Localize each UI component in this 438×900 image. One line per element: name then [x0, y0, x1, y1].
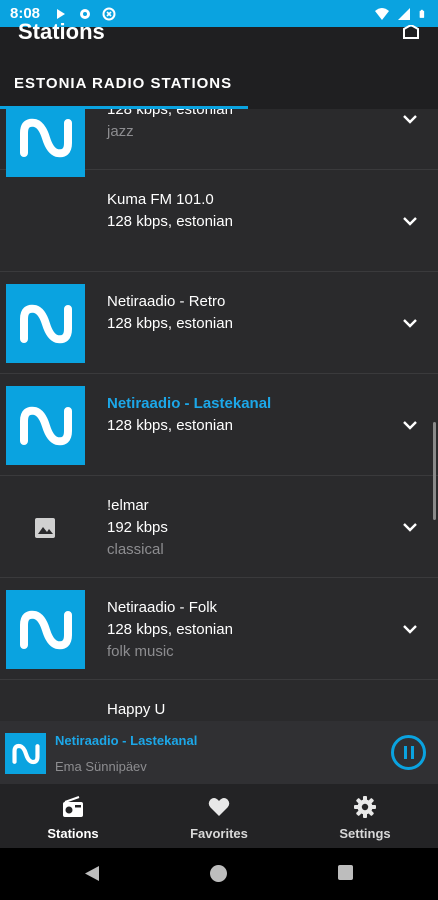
- station-bitrate: 192 kbps: [107, 519, 168, 536]
- station-genre: classical: [107, 541, 164, 558]
- pause-icon: [403, 746, 407, 759]
- page-title: Stations: [18, 19, 105, 44]
- station-row[interactable]: Netiraadio - Folk 128 kbps, estonian fol…: [0, 579, 438, 680]
- recents-icon[interactable]: [338, 865, 353, 880]
- wave-logo-icon: [19, 304, 72, 343]
- wave-logo-icon: [11, 743, 40, 764]
- station-bitrate: 128 kbps, estonian: [107, 213, 233, 230]
- wifi-icon: [375, 7, 389, 20]
- station-name: Happy U: [107, 701, 166, 718]
- station-row[interactable]: 128 kbps, estonian jazz: [0, 109, 438, 177]
- signal-icon: [398, 7, 410, 20]
- station-text: Netiraadio - Folk 128 kbps, estonian fol…: [107, 597, 233, 663]
- nav-label: Favorites: [190, 826, 248, 841]
- chevron-down-icon[interactable]: [402, 114, 418, 124]
- station-bitrate: 128 kbps, estonian: [107, 621, 233, 638]
- station-logo: [6, 386, 85, 465]
- mini-player[interactable]: Netiraadio - Lastekanal Ema Sünnipäev: [0, 721, 438, 784]
- toolbar-action-icon[interactable]: [402, 25, 420, 39]
- station-row[interactable]: Kuma FM 101.0 128 kbps, estonian: [0, 171, 438, 272]
- gear-icon: [354, 796, 376, 818]
- station-logo: [6, 590, 85, 669]
- wave-logo-icon: [19, 406, 72, 445]
- now-playing-track: Ema Sünnipäev: [55, 759, 147, 774]
- nav-stations[interactable]: Stations: [0, 784, 146, 848]
- now-playing-logo: [5, 733, 46, 774]
- station-text: Netiraadio - Lastekanal 128 kbps, estoni…: [107, 393, 271, 437]
- station-logo: [6, 109, 85, 177]
- wave-logo-icon: [19, 118, 72, 157]
- station-genre: folk music: [107, 643, 174, 660]
- station-row[interactable]: Netiraadio - Retro 128 kbps, estonian: [0, 273, 438, 374]
- station-text: !elmar 192 kbps classical: [107, 495, 168, 561]
- back-icon[interactable]: [84, 865, 100, 882]
- station-name: Netiraadio - Folk: [107, 599, 218, 616]
- chevron-down-icon[interactable]: [402, 624, 418, 634]
- station-text: Netiraadio - Retro 128 kbps, estonian: [107, 291, 233, 335]
- station-list[interactable]: 128 kbps, estonian jazz Kuma FM 101.0 12…: [0, 109, 438, 721]
- station-row[interactable]: Netiraadio - Lastekanal 128 kbps, estoni…: [0, 375, 438, 476]
- station-name: Kuma FM 101.0: [107, 191, 214, 208]
- station-text: Kuma FM 101.0 128 kbps, estonian: [107, 189, 233, 233]
- status-icons-right: [375, 7, 428, 21]
- station-bitrate: 128 kbps, estonian: [107, 417, 233, 434]
- nav-favorites[interactable]: Favorites: [146, 784, 292, 848]
- image-placeholder-icon: [35, 518, 55, 538]
- chevron-down-icon[interactable]: [402, 522, 418, 532]
- home-icon[interactable]: [210, 865, 227, 882]
- wave-logo-icon: [19, 610, 72, 649]
- chevron-down-icon[interactable]: [402, 216, 418, 226]
- station-genre: jazz: [107, 123, 134, 140]
- station-logo: [6, 284, 85, 363]
- nav-settings[interactable]: Settings: [292, 784, 438, 848]
- station-name: Netiraadio - Retro: [107, 293, 226, 310]
- bottom-nav: Stations Favorites Settings: [0, 784, 438, 848]
- app-bar: Stations ESTONIA RADIO STATIONS: [0, 19, 438, 109]
- list-scrollbar[interactable]: [433, 422, 436, 520]
- station-text: Happy U: [107, 699, 165, 721]
- station-row[interactable]: !elmar 192 kbps classical: [0, 477, 438, 578]
- system-nav-bar: [0, 848, 438, 900]
- now-playing-title: Netiraadio - Lastekanal: [55, 733, 198, 748]
- app-screen: 8:08 Stations ESTONIA RADIO STATIONS 128…: [0, 0, 438, 900]
- nav-label: Stations: [47, 826, 99, 841]
- chevron-down-icon[interactable]: [402, 420, 418, 430]
- chevron-down-icon[interactable]: [402, 318, 418, 328]
- battery-icon: [419, 9, 425, 18]
- station-name-playing: Netiraadio - Lastekanal: [107, 395, 272, 412]
- station-name: !elmar: [107, 497, 149, 514]
- radio-icon: [63, 796, 83, 817]
- station-bitrate: 128 kbps, estonian: [107, 315, 233, 332]
- pause-button[interactable]: [391, 735, 426, 770]
- nav-label: Settings: [339, 826, 391, 841]
- station-bitrate: 128 kbps, estonian: [107, 109, 233, 118]
- tab-label: ESTONIA RADIO STATIONS: [14, 75, 233, 92]
- pause-icon-bar: [410, 746, 414, 759]
- station-text: 128 kbps, estonian jazz: [107, 109, 233, 143]
- heart-icon: [208, 798, 230, 816]
- station-row[interactable]: Happy U: [0, 681, 438, 721]
